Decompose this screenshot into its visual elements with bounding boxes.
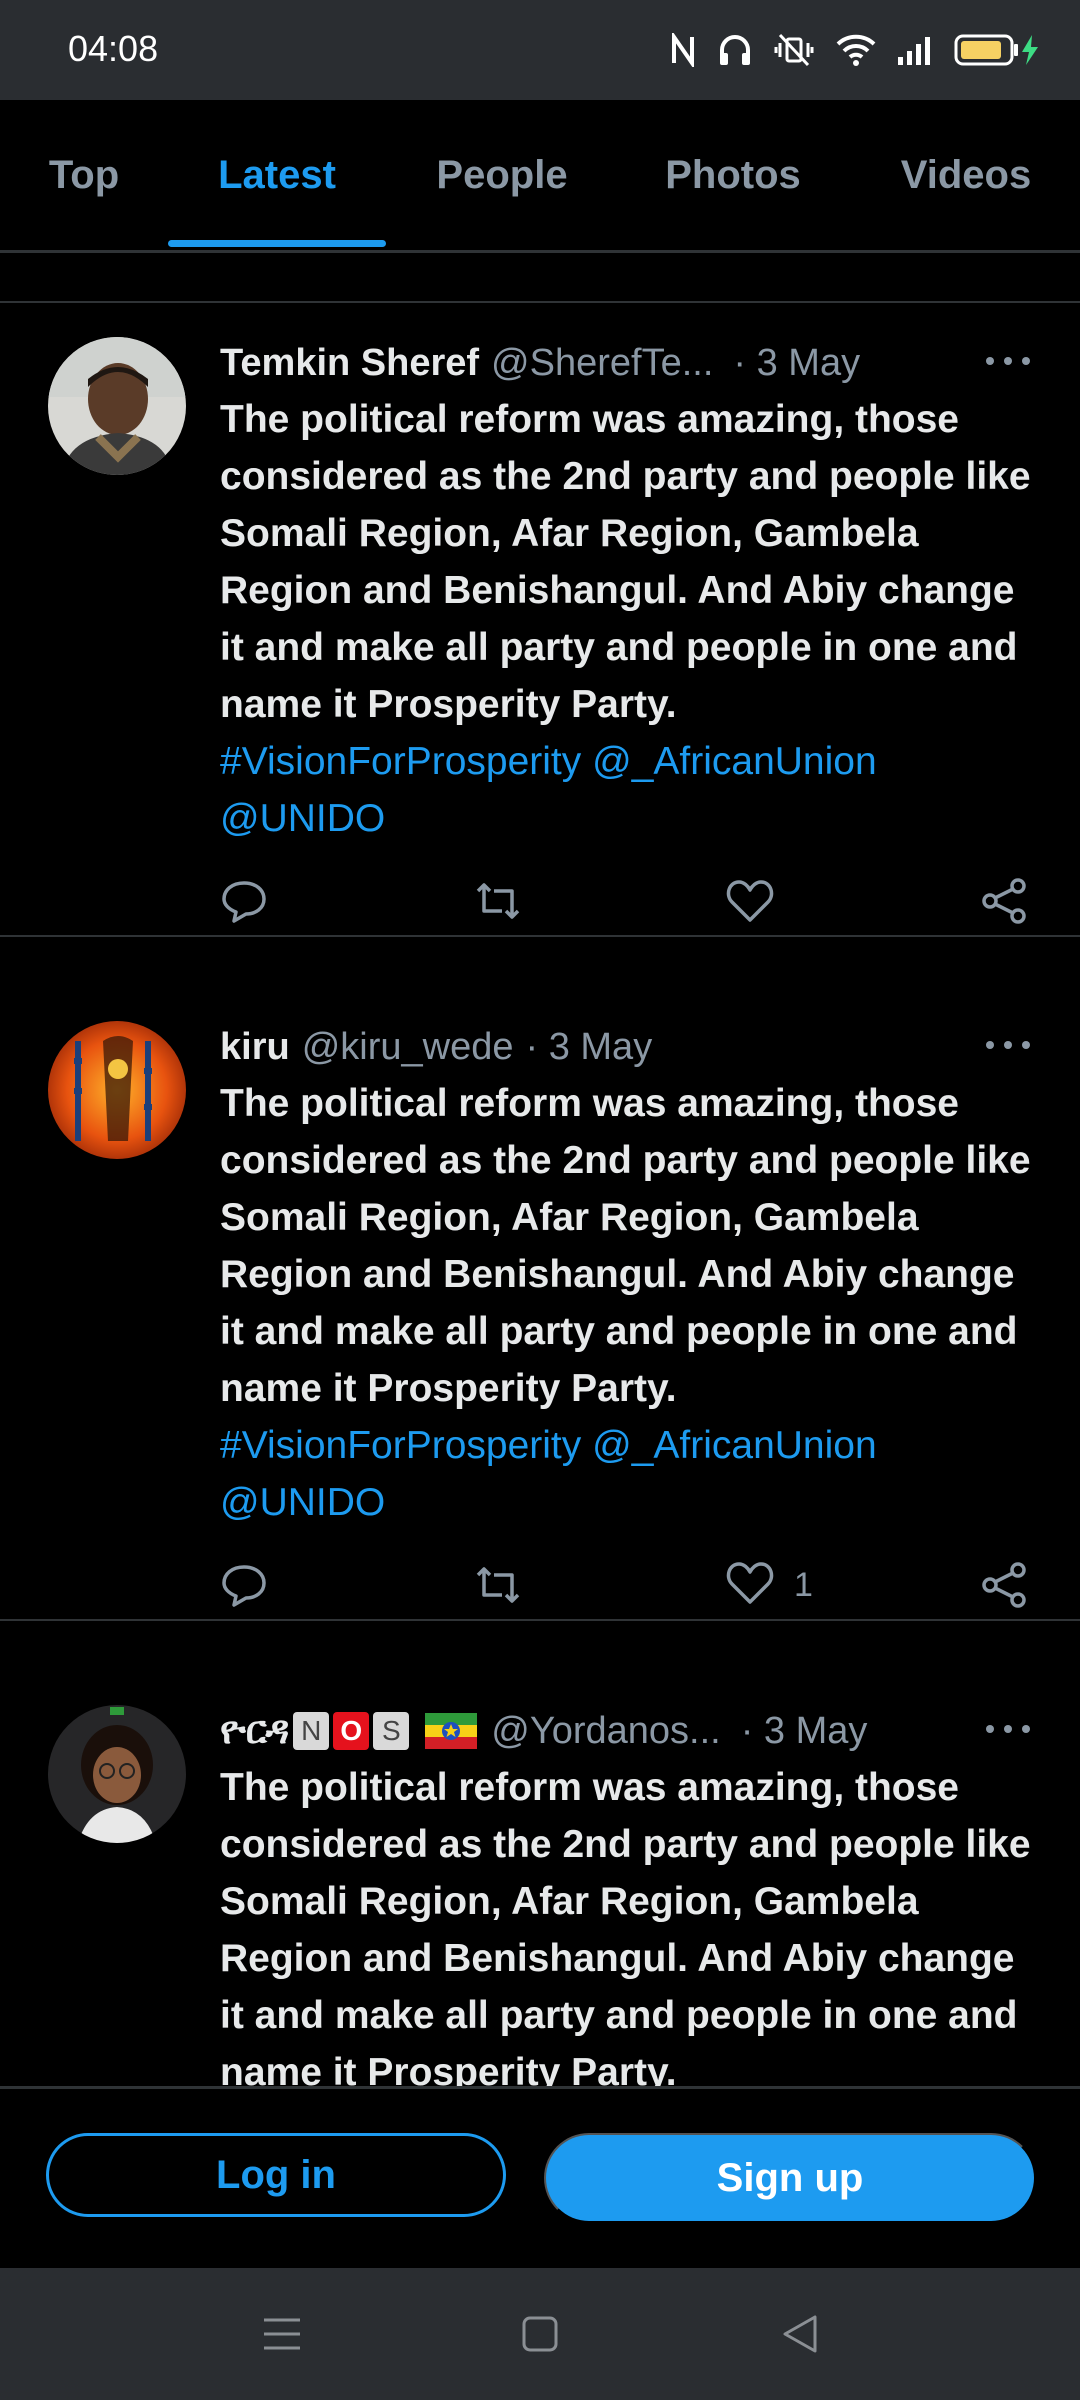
previous-tweet-edge <box>0 253 1080 303</box>
like-icon <box>726 1560 774 1611</box>
avatar[interactable] <box>48 337 186 475</box>
name-badge: N <box>293 1712 330 1750</box>
retweet-icon[interactable] <box>472 1555 524 1615</box>
avatar[interactable] <box>48 1705 186 1843</box>
nfc-icon <box>670 33 696 67</box>
tweet-date[interactable]: · 3 May <box>741 1710 868 1753</box>
system-nav-bar <box>0 2268 1080 2400</box>
like-button[interactable]: 1 <box>726 1555 813 1615</box>
headphones-icon <box>718 33 752 67</box>
author-handle[interactable]: @SherefTe... <box>491 342 713 385</box>
signal-icon <box>898 35 932 65</box>
active-tab-indicator <box>168 240 386 247</box>
tweet-mention[interactable]: @UNIDO <box>220 797 385 840</box>
tweet[interactable]: Temkin Sheref @SherefTe... · 3 May The p… <box>0 303 1080 937</box>
tweet-date[interactable]: · 3 May <box>526 1026 653 1069</box>
tweet-text: The political reform was amazing, those … <box>220 1075 1040 1531</box>
menu-icon[interactable] <box>252 2304 312 2364</box>
like-count: 1 <box>794 1565 813 1604</box>
reply-icon[interactable] <box>220 1555 268 1615</box>
back-icon[interactable] <box>770 2304 830 2364</box>
tab-latest[interactable]: Latest <box>168 100 386 250</box>
tweet[interactable]: kiru @kiru_wede · 3 May The political re… <box>0 987 1080 1621</box>
wifi-icon <box>836 34 876 66</box>
tweet[interactable]: ዮርዳ N O S @Yordanos... · 3 May The polit… <box>0 1671 1080 2086</box>
battery-charging-icon <box>954 33 1040 67</box>
tab-videos[interactable]: Videos <box>862 100 1070 250</box>
tweet-feed[interactable]: Temkin Sheref @SherefTe... · 3 May The p… <box>0 253 1080 2086</box>
login-button[interactable]: Log in <box>46 2133 506 2217</box>
tweet-actions <box>220 871 1040 931</box>
home-icon[interactable] <box>510 2304 570 2364</box>
tab-top[interactable]: Top <box>20 100 148 250</box>
tweet-text: The political reform was amazing, those … <box>220 1759 1040 2086</box>
tweet-body-text: The political reform was amazing, those … <box>220 1082 1031 1410</box>
login-bar: Log in Sign up <box>0 2086 1080 2271</box>
tab-people[interactable]: People <box>400 100 604 250</box>
tweet-mention[interactable]: @UNIDO <box>220 1481 385 1524</box>
signup-button[interactable]: Sign up <box>544 2133 1036 2223</box>
tweet-links[interactable]: #VisionForProsperity @_AfricanUnion <box>220 740 877 783</box>
share-icon[interactable] <box>980 871 1028 931</box>
tweet-actions: 1 <box>220 1555 1040 1615</box>
status-bar: 04:08 <box>0 0 1080 100</box>
reply-icon[interactable] <box>220 871 268 931</box>
status-icons <box>670 26 1040 74</box>
search-tabs: Top Latest People Photos Videos <box>0 100 1080 253</box>
share-icon[interactable] <box>980 1555 1028 1615</box>
name-badge: S <box>373 1712 410 1750</box>
like-icon[interactable] <box>726 871 774 931</box>
author-name[interactable]: Temkin Sheref <box>220 342 479 385</box>
tweet-header: Temkin Sheref @SherefTe... · 3 May <box>220 333 1040 393</box>
tweet-header: ዮርዳ N O S @Yordanos... · 3 May <box>220 1701 1040 1761</box>
more-options-icon[interactable] <box>986 341 1030 381</box>
tweet-body-text: The political reform was amazing, those … <box>220 398 1031 726</box>
author-handle[interactable]: @Yordanos... <box>491 1710 720 1753</box>
retweet-icon[interactable] <box>472 871 524 931</box>
status-time: 04:08 <box>68 28 159 69</box>
tweet-header: kiru @kiru_wede · 3 May <box>220 1017 1040 1077</box>
author-name[interactable]: kiru <box>220 1026 290 1069</box>
author-name[interactable]: ዮርዳ <box>220 1710 289 1753</box>
name-badge: O <box>333 1712 370 1750</box>
more-options-icon[interactable] <box>986 1709 1030 1749</box>
ethiopia-flag-icon <box>425 1713 478 1749</box>
avatar[interactable] <box>48 1021 186 1159</box>
tab-photos[interactable]: Photos <box>628 100 838 250</box>
author-handle[interactable]: @kiru_wede <box>302 1026 514 1069</box>
tweet-date[interactable]: · 3 May <box>733 342 860 385</box>
vibrate-off-icon <box>774 33 814 67</box>
more-options-icon[interactable] <box>986 1025 1030 1065</box>
tweet-links[interactable]: #VisionForProsperity @_AfricanUnion <box>220 1424 877 1467</box>
tweet-body-text: The political reform was amazing, those … <box>220 1766 1031 2086</box>
tweet-text: The political reform was amazing, those … <box>220 391 1040 847</box>
